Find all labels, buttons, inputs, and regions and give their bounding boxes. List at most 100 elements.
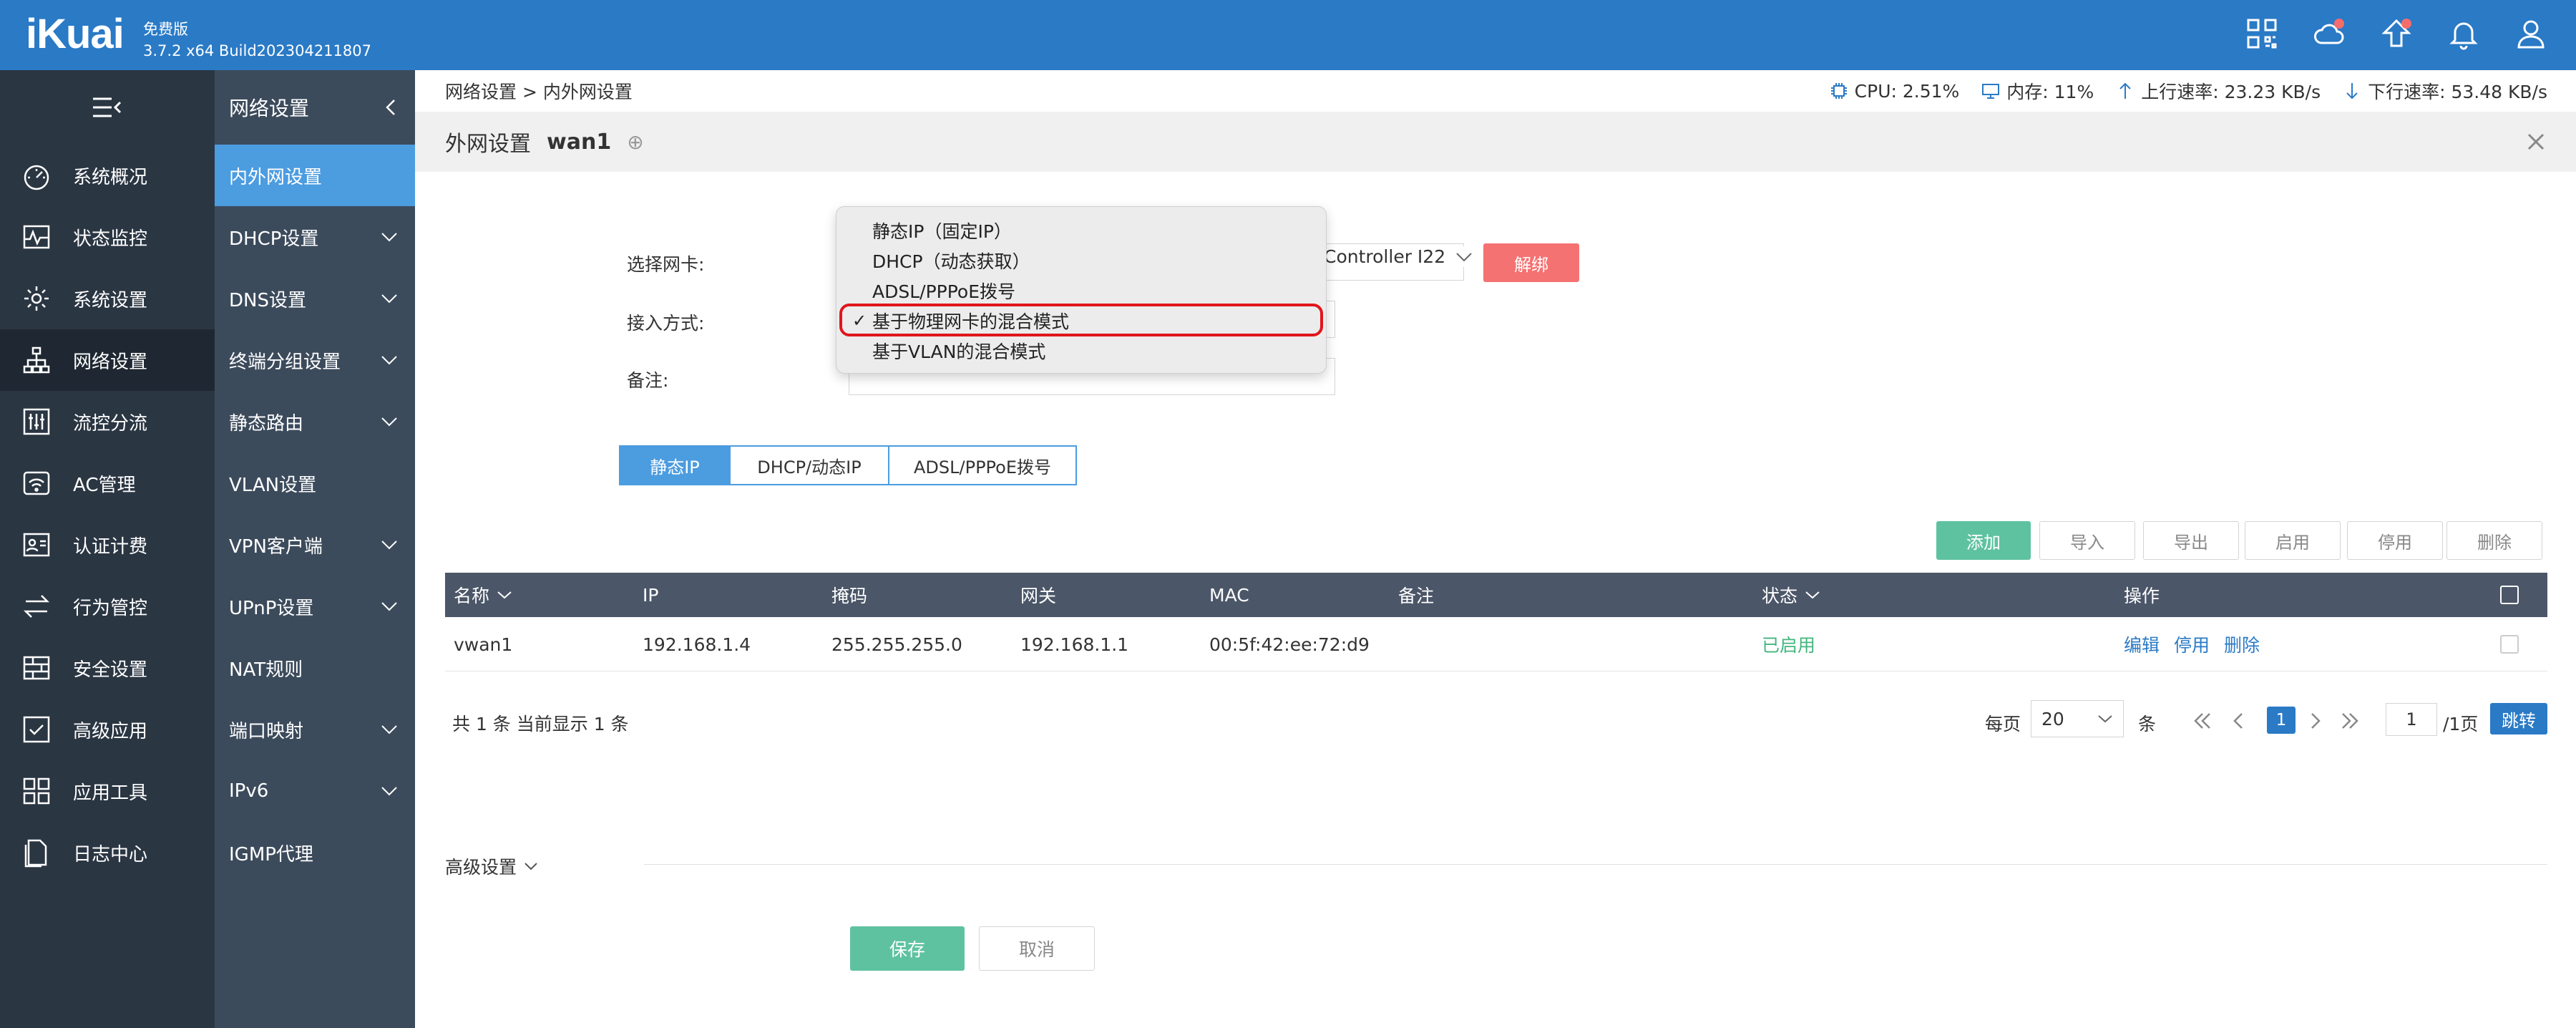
total-pages: /1页 xyxy=(2443,714,2479,734)
add-wan-icon[interactable]: ⊕ xyxy=(627,130,643,154)
subnav-item-7[interactable]: VPN客户端 xyxy=(215,514,415,576)
subnav-item-11[interactable]: IPv6 xyxy=(215,760,415,822)
select-all-checkbox[interactable] xyxy=(2500,573,2519,617)
selected-option-highlight xyxy=(839,304,1323,336)
nav-item-label: 认证计费 xyxy=(73,535,148,558)
th-ip: IP xyxy=(643,584,659,606)
add-button[interactable]: 添加 xyxy=(1936,521,2031,560)
delete-button[interactable]: 删除 xyxy=(2446,521,2542,560)
close-icon[interactable] xyxy=(2522,127,2550,156)
nav-item-label: 状态监控 xyxy=(73,228,148,250)
chevron-down-icon xyxy=(525,863,537,871)
sliders-icon xyxy=(23,408,50,435)
chevron-down-icon xyxy=(381,540,397,550)
first-page-icon[interactable] xyxy=(2192,712,2212,730)
enable-button[interactable]: 启用 xyxy=(2245,521,2341,560)
wan-type-tabs: 静态IP DHCP/动态IP ADSL/PPPoE拨号 xyxy=(619,445,1077,485)
cell-gateway: 192.168.1.1 xyxy=(1020,634,1129,655)
nav-item-7[interactable]: 认证计费 xyxy=(0,514,215,576)
sub-nav: 网络设置 内外网设置 DHCP设置 DNS设置 终端分组设置 静态路由 VLAN设置 VPN… xyxy=(215,70,415,1028)
collapse-icon[interactable] xyxy=(385,98,396,117)
dropdown-option-1[interactable]: 静态IP（固定IP） xyxy=(836,215,1326,246)
upgrade-icon[interactable] xyxy=(2380,17,2413,50)
cpu-icon xyxy=(1830,83,1847,99)
advanced-settings-toggle[interactable]: 高级设置 xyxy=(445,853,538,879)
subnav-item-1[interactable]: 内外网设置 xyxy=(215,145,415,206)
per-page-unit: 条 xyxy=(2138,714,2157,734)
next-page-icon[interactable] xyxy=(2310,712,2321,730)
subnav-item-3[interactable]: DNS设置 xyxy=(215,268,415,329)
nav-item-9[interactable]: 安全设置 xyxy=(0,637,215,699)
nav-item-3[interactable]: 系统设置 xyxy=(0,268,215,329)
th-status[interactable]: 状态 xyxy=(1762,573,1820,617)
dropdown-option-2[interactable]: DHCP（动态获取） xyxy=(836,246,1326,276)
edition-label: 免费版 xyxy=(143,21,188,38)
disable-link[interactable]: 停用 xyxy=(2174,631,2210,657)
nic-label: 选择网卡: xyxy=(627,254,705,275)
sort-chevron-icon xyxy=(1805,591,1820,599)
nav-item-8[interactable]: 行为管控 xyxy=(0,576,215,637)
dropdown-option-5[interactable]: 基于VLAN的混合模式 xyxy=(836,336,1326,366)
cell-name: vwan1 xyxy=(454,634,513,655)
unbind-button[interactable]: 解绑 xyxy=(1483,243,1579,282)
menu-toggle-icon[interactable] xyxy=(0,70,215,145)
subnav-item-9[interactable]: NAT规则 xyxy=(215,637,415,699)
nav-item-2[interactable]: 状态监控 xyxy=(0,206,215,268)
current-page[interactable]: 1 xyxy=(2267,707,2296,734)
subnav-item-label: 端口映射 xyxy=(229,720,304,742)
subnav-item-8[interactable]: UPnP设置 xyxy=(215,576,415,637)
cell-status: 已启用 xyxy=(1762,635,1816,656)
subnav-item-label: DHCP设置 xyxy=(229,228,319,250)
jump-button[interactable]: 跳转 xyxy=(2490,703,2547,734)
tab-pppoe[interactable]: ADSL/PPPoE拨号 xyxy=(889,447,1075,484)
last-page-icon[interactable] xyxy=(2340,712,2360,730)
delete-link[interactable]: 删除 xyxy=(2224,631,2260,657)
subnav-item-12[interactable]: IGMP代理 xyxy=(215,822,415,883)
prev-page-icon[interactable] xyxy=(2233,712,2244,730)
nav-item-12[interactable]: 日志中心 xyxy=(0,822,215,883)
memory-stat: 内存: 11% xyxy=(1981,78,2094,104)
th-name[interactable]: 名称 xyxy=(454,573,512,617)
ikuai-logo[interactable]: iKuai xyxy=(26,10,125,58)
th-gateway: 网关 xyxy=(1020,586,1057,606)
cancel-button[interactable]: 取消 xyxy=(979,926,1095,971)
nav-item-4[interactable]: 网络设置 xyxy=(0,329,215,391)
nav-item-5[interactable]: 流控分流 xyxy=(0,391,215,452)
per-page-select[interactable]: 20 xyxy=(2031,700,2124,737)
nav-item-11[interactable]: 应用工具 xyxy=(0,760,215,822)
import-button[interactable]: 导入 xyxy=(2039,521,2135,560)
dropdown-option-3[interactable]: ADSL/PPPoE拨号 xyxy=(836,276,1326,306)
nav-item-10[interactable]: 高级应用 xyxy=(0,699,215,760)
subnav-item-2[interactable]: DHCP设置 xyxy=(215,206,415,268)
grid-icon[interactable] xyxy=(2245,17,2278,50)
save-button[interactable]: 保存 xyxy=(850,926,965,971)
nav-item-label: 日志中心 xyxy=(73,843,148,865)
nav-item-label: 安全设置 xyxy=(73,659,148,681)
nav-item-1[interactable]: 系统概况 xyxy=(0,145,215,206)
nav-item-6[interactable]: AC管理 xyxy=(0,452,215,514)
export-button[interactable]: 导出 xyxy=(2143,521,2239,560)
subnav-item-5[interactable]: 静态路由 xyxy=(215,391,415,452)
subnav-item-label: NAT规则 xyxy=(229,659,303,681)
chevron-down-icon xyxy=(381,233,397,242)
nic-select-value[interactable]: Controller I22 xyxy=(1324,246,1473,267)
page-title: 外网设置 xyxy=(445,132,531,157)
bell-icon[interactable] xyxy=(2447,17,2480,50)
page-titlebar: 外网设置 wan1 ⊕ xyxy=(415,112,2576,172)
nav-item-label: 高级应用 xyxy=(73,720,148,742)
pulse-icon xyxy=(23,225,50,249)
edit-link[interactable]: 编辑 xyxy=(2124,631,2160,657)
th-mask: 掩码 xyxy=(831,586,868,606)
disable-button[interactable]: 停用 xyxy=(2347,521,2443,560)
cloud-icon[interactable] xyxy=(2313,17,2346,50)
access-mode-label: 接入方式: xyxy=(627,313,705,334)
access-mode-dropdown: 静态IP（固定IP） DHCP（动态获取） ADSL/PPPoE拨号 ✓ 基于物理网卡的… xyxy=(836,206,1327,374)
subnav-item-10[interactable]: 端口映射 xyxy=(215,699,415,760)
tab-dhcp[interactable]: DHCP/动态IP xyxy=(731,447,889,484)
tab-static-ip[interactable]: 静态IP xyxy=(620,447,731,484)
goto-page-input[interactable]: 1 xyxy=(2386,703,2437,736)
user-icon[interactable] xyxy=(2514,17,2547,50)
subnav-item-6[interactable]: VLAN设置 xyxy=(215,452,415,514)
row-checkbox[interactable] xyxy=(2500,617,2519,671)
subnav-item-4[interactable]: 终端分组设置 xyxy=(215,329,415,391)
